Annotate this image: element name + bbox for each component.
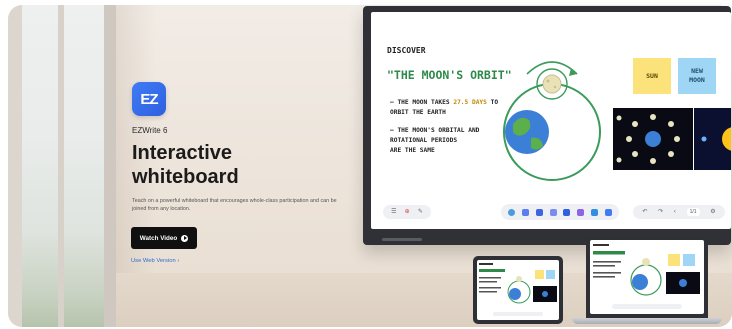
- toolbar-tools: [501, 204, 619, 220]
- web-link-label: Use Web Version: [131, 258, 176, 264]
- app-logo-icon: EZ: [132, 82, 166, 116]
- sticky-line: New: [691, 67, 703, 75]
- prev-page-icon[interactable]: ‹: [674, 209, 676, 215]
- add-icon[interactable]: ⊕: [405, 209, 410, 215]
- settings-icon[interactable]: ⚙: [710, 209, 715, 215]
- laptop-device: [586, 236, 708, 318]
- whiteboard-title: "The Moon's orbit": [387, 68, 512, 82]
- moon-icon: [542, 74, 562, 94]
- whiteboard-heading: Discover: [387, 46, 426, 55]
- note-text: are the same: [390, 147, 435, 154]
- tablet-whiteboard-preview: [479, 263, 557, 316]
- undo-icon[interactable]: ↶: [642, 209, 647, 215]
- note-highlight: 27.5 days: [453, 99, 487, 106]
- watch-video-button[interactable]: Watch Video: [131, 227, 197, 249]
- app-name: EZWrite 6: [132, 126, 168, 135]
- orbit-diagram: [503, 61, 601, 181]
- toolbar-right: ↶ ↷ ‹ 1/1 ⚙: [633, 205, 725, 219]
- sticky-note-sun[interactable]: Sun: [633, 58, 671, 94]
- laptop-whiteboard-preview: [593, 244, 700, 309]
- share-icon[interactable]: ✎: [418, 209, 423, 215]
- moon-phases-image: [613, 108, 693, 170]
- headline-line: whiteboard: [132, 166, 239, 188]
- sun-diagram-image: [694, 108, 731, 170]
- laptop-screen: [590, 240, 704, 314]
- use-web-version-link[interactable]: Use Web Version ›: [131, 258, 179, 264]
- sticky-line: Moon: [689, 76, 705, 84]
- pen-tool-icon[interactable]: [522, 208, 530, 216]
- note-text: rotational periods: [390, 137, 458, 144]
- display-speaker: [382, 238, 422, 241]
- sticky-note-new-moon[interactable]: New Moon: [678, 58, 716, 94]
- note-bullet: – The Moon's orbital and rotational peri…: [390, 126, 508, 156]
- play-icon: [181, 234, 189, 242]
- watch-video-label: Watch Video: [139, 234, 178, 242]
- redo-icon[interactable]: ↷: [658, 209, 663, 215]
- eraser-tool-icon[interactable]: [549, 208, 557, 216]
- app-logo-letters: EZ: [140, 90, 158, 108]
- whiteboard-notes: – The Moon takes 27.5 days to orbit the …: [390, 98, 508, 164]
- toolbar-left: ☰ ⊕ ✎: [383, 205, 431, 219]
- laptop-base: [572, 318, 722, 324]
- media-tool-icon[interactable]: [590, 208, 598, 216]
- whiteboard-toolbar: ☰ ⊕ ✎ ↶ ↷ ‹ 1/1 ⚙: [371, 202, 731, 222]
- headline-line: Interactive: [132, 142, 233, 164]
- select-tool-icon[interactable]: [508, 208, 516, 216]
- whiteboard-screen: Discover "The Moon's orbit" – The Moon t…: [371, 12, 731, 229]
- page-indicator: 1/1: [686, 208, 700, 216]
- chevron-right-icon: ›: [177, 258, 180, 264]
- note-bullet: – The Moon takes 27.5 days to orbit the …: [390, 98, 508, 118]
- menu-icon[interactable]: ☰: [391, 209, 396, 215]
- text-tool-icon[interactable]: [577, 208, 585, 216]
- tablet-screen: [477, 260, 559, 320]
- note-text: – The Moon takes: [390, 99, 454, 106]
- note-text: – The Moon's orbital and: [390, 127, 480, 134]
- marker-tool-icon[interactable]: [535, 208, 543, 216]
- orbit-arrow: [526, 61, 578, 75]
- tablet-device: [473, 256, 563, 324]
- shape-tool-icon[interactable]: [563, 208, 571, 216]
- apps-tool-icon[interactable]: [604, 208, 612, 216]
- page-headline: Interactive whiteboard: [132, 141, 312, 189]
- description: Teach on a powerful whiteboard that enco…: [132, 198, 337, 212]
